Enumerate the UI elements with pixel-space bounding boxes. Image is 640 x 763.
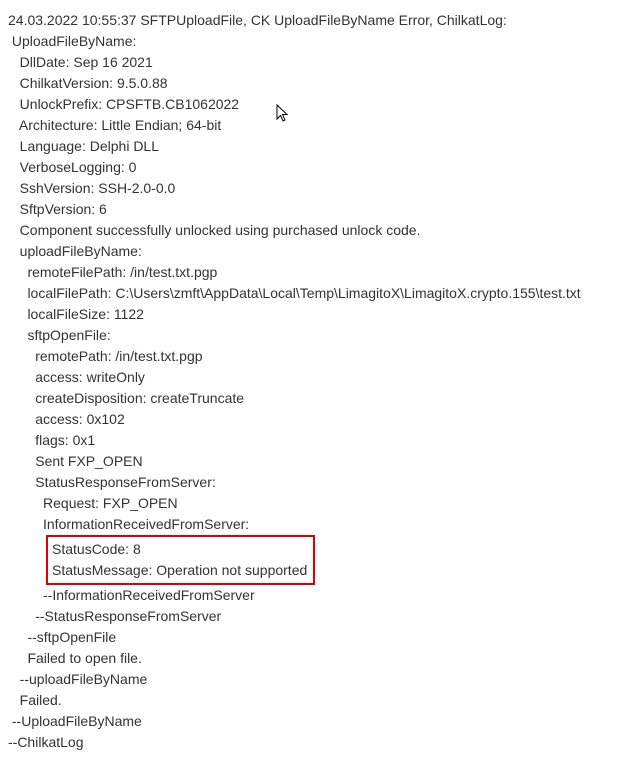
log-line: SftpVersion: 6 xyxy=(8,199,632,220)
log-line: UploadFileByName: xyxy=(8,31,632,52)
log-line: DllDate: Sep 16 2021 xyxy=(8,52,632,73)
status-message-line: StatusMessage: Operation not supported xyxy=(52,560,307,581)
log-line: StatusResponseFromServer: xyxy=(8,472,632,493)
log-line: --UploadFileByName xyxy=(8,711,632,732)
log-line: --sftpOpenFile xyxy=(8,627,632,648)
log-line: Architecture: Little Endian; 64-bit xyxy=(8,115,632,136)
log-line: remoteFilePath: /in/test.txt.pgp xyxy=(8,262,632,283)
log-line: flags: 0x1 xyxy=(8,430,632,451)
log-line: sftpOpenFile: xyxy=(8,325,632,346)
log-line: remotePath: /in/test.txt.pgp xyxy=(8,346,632,367)
log-line: access: 0x102 xyxy=(8,409,632,430)
log-line: localFilePath: C:\Users\zmft\AppData\Loc… xyxy=(8,283,632,304)
log-line: Failed to open file. xyxy=(8,648,632,669)
error-highlight-box: StatusCode: 8 StatusMessage: Operation n… xyxy=(8,535,632,585)
log-line: --StatusResponseFromServer xyxy=(8,606,632,627)
log-line: Request: FXP_OPEN xyxy=(8,493,632,514)
log-line: localFileSize: 1122 xyxy=(8,304,632,325)
log-line: uploadFileByName: xyxy=(8,241,632,262)
log-line: createDisposition: createTruncate xyxy=(8,388,632,409)
log-line: InformationReceivedFromServer: xyxy=(8,514,632,535)
log-line: access: writeOnly xyxy=(8,367,632,388)
log-line: ChilkatVersion: 9.5.0.88 xyxy=(8,73,632,94)
log-line: Language: Delphi DLL xyxy=(8,136,632,157)
log-line: VerboseLogging: 0 xyxy=(8,157,632,178)
log-line: Failed. xyxy=(8,690,632,711)
log-line: --InformationReceivedFromServer xyxy=(8,585,632,606)
status-code-line: StatusCode: 8 xyxy=(52,539,307,560)
log-line: UnlockPrefix: CPSFTB.CB1062022 xyxy=(8,94,632,115)
log-line: Component successfully unlocked using pu… xyxy=(8,220,632,241)
log-line: --uploadFileByName xyxy=(8,669,632,690)
log-line: SshVersion: SSH-2.0-0.0 xyxy=(8,178,632,199)
log-header: 24.03.2022 10:55:37 SFTPUploadFile, CK U… xyxy=(8,10,632,31)
log-line: Sent FXP_OPEN xyxy=(8,451,632,472)
log-line: --ChilkatLog xyxy=(8,732,632,753)
log-output: 24.03.2022 10:55:37 SFTPUploadFile, CK U… xyxy=(8,10,632,753)
